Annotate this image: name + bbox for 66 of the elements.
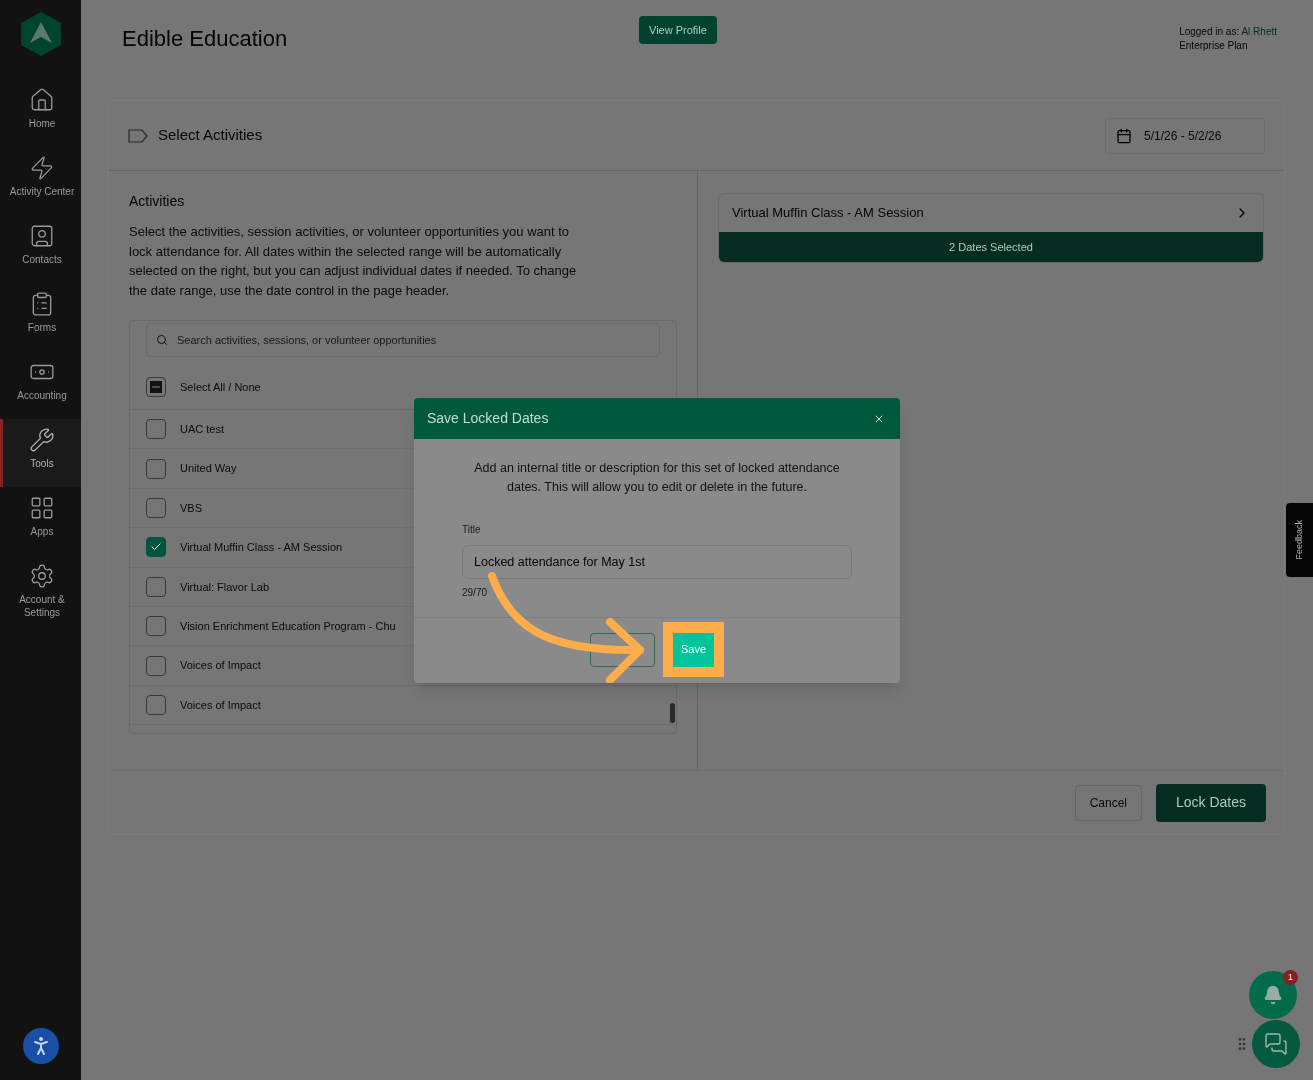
activities-description: Select the activities, session activities, or volunteer opportunities you want to lock attendance for. All dates within the selected range will be automatically selected on the right, but you can adjust individual dates if needed. To change the date range, use the date control in the page header. (129, 223, 578, 300)
bell-icon (1263, 985, 1283, 1005)
activity-label: Voices of Impact (180, 658, 261, 674)
logged-in-text: Logged in as: Al Rhett (1179, 25, 1277, 39)
sidebar-item[interactable]: Contacts (0, 215, 81, 283)
activities-heading: Activities (129, 192, 186, 211)
chat-icon (1264, 1032, 1288, 1056)
sidebar-item[interactable]: Apps (0, 487, 81, 555)
sidebar-item[interactable]: Account & Settings (0, 555, 81, 627)
minus-icon (150, 381, 162, 393)
notification-count: 1 (1283, 970, 1298, 985)
chat-button[interactable] (1252, 1020, 1300, 1068)
sidebar-item[interactable]: Accounting (0, 351, 81, 419)
lightning-icon (29, 155, 55, 181)
title-field[interactable]: Locked attendance for May 1st (462, 545, 852, 579)
sidebar-item[interactable]: Forms (0, 283, 81, 351)
selected-activity-name: Virtual Muffin Class - AM Session (732, 204, 924, 223)
lock-dates-button[interactable]: Lock Dates (1156, 783, 1266, 822)
field-label: Title (462, 524, 481, 535)
cancel-button[interactable]: Cancel (1074, 784, 1142, 821)
activity-label: UAC test (180, 421, 224, 437)
page-title: Edible Education (122, 25, 288, 53)
plan-text: Enterprise Plan (1179, 39, 1249, 53)
outlined-button[interactable] (590, 633, 655, 667)
activity-label: Vision Enrichment Education Program - Chu (180, 618, 396, 634)
activity-label: Virtual Muffin Class - AM Session (180, 540, 343, 556)
date-range: 5/1/26 - 5/2/26 (1144, 127, 1222, 145)
checkbox[interactable] (146, 458, 166, 479)
dates-selected-bar: 2 Dates Selected (719, 232, 1263, 262)
section-title: Select Activities (158, 125, 263, 146)
scrollbar-thumb (670, 703, 675, 723)
checkbox[interactable] (146, 419, 166, 440)
feedback-tab[interactable]: Feedback (1286, 503, 1313, 577)
activity-label: Voices of Impact (180, 697, 261, 713)
accessibility-button[interactable] (22, 1028, 59, 1064)
checkbox[interactable] (146, 576, 166, 597)
contact-card-icon (29, 223, 55, 249)
dialog-message: Add an internal title or description for this set of locked attendance dates. This will allow you to edit or delete in the future. (473, 460, 841, 496)
tools-icon (29, 427, 55, 453)
date-range-picker[interactable]: 5/1/26 - 5/2/26 (1105, 117, 1265, 154)
logo-icon (20, 11, 61, 57)
checkbox[interactable] (146, 497, 166, 518)
notification-button[interactable] (1249, 971, 1297, 1019)
dialog-title: Save Locked Dates (427, 409, 549, 428)
sidebar-item[interactable]: Tools (0, 419, 81, 487)
checkbox[interactable] (146, 694, 166, 715)
selected-activity-card[interactable]: Virtual Muffin Class - AM Session 2 Dates Selected (718, 193, 1264, 263)
checkbox[interactable] (146, 377, 166, 397)
view-profile-button[interactable]: View Profile (639, 16, 717, 44)
activity-label: United Way (180, 461, 237, 477)
calendar-icon (1116, 127, 1132, 144)
character-counter: 29/70 (462, 586, 489, 600)
search-icon (156, 334, 168, 346)
tag-icon (128, 128, 148, 143)
activity-label: VBS (180, 500, 202, 516)
house-icon (29, 87, 55, 113)
sidebar-item[interactable]: Activity Center (0, 147, 81, 215)
search-field[interactable]: Search activities, sessions, or volunteer opportunities (146, 323, 660, 357)
grid-icon (29, 495, 55, 521)
select-all-label: Select All / None (180, 379, 261, 395)
checkbox[interactable] (146, 616, 166, 637)
sidebar-item[interactable]: Home (0, 79, 81, 147)
checkbox[interactable] (146, 655, 166, 676)
settings-icon (29, 563, 55, 589)
checkbox[interactable] (146, 537, 166, 558)
activity-label: Virtual: Flavor Lab (180, 579, 270, 595)
